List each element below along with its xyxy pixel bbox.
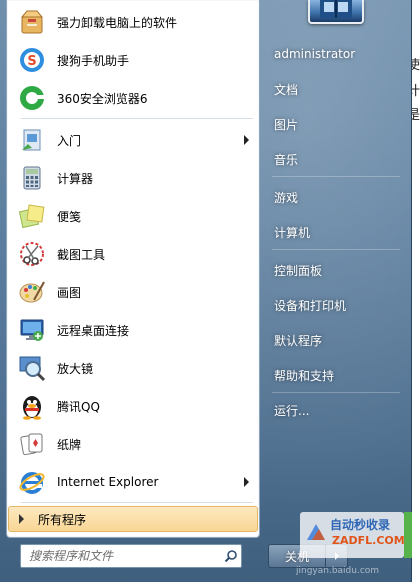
right-item-help-support[interactable]: 帮助和支持 [268, 362, 404, 388]
program-item-360-browser[interactable]: 360安全浏览器6 [11, 80, 257, 116]
submenu-arrow-icon [244, 135, 249, 145]
right-item-label: 图片 [274, 117, 299, 132]
triangle-right-icon [19, 514, 24, 524]
right-item-default-programs[interactable]: 默认程序 [268, 327, 404, 353]
watermark-domain: ZADFL.COM [332, 534, 405, 547]
solitaire-icon [17, 429, 47, 459]
right-item-control-panel[interactable]: 控制面板 [268, 257, 404, 283]
program-label: 远程桌面连接 [57, 323, 130, 338]
remote-desktop-icon [17, 315, 47, 345]
right-item-label: 游戏 [274, 190, 299, 205]
magnifier-icon [17, 353, 47, 383]
program-label: 画图 [57, 285, 82, 300]
right-item-music[interactable]: 音乐 [268, 146, 404, 172]
program-item-magnifier[interactable]: 放大镜 [11, 350, 257, 386]
search-icon[interactable] [221, 546, 241, 566]
right-item-run[interactable]: 运行... [268, 397, 404, 423]
user-name-link[interactable]: administrator [268, 41, 404, 67]
program-item-qq[interactable]: 腾讯QQ [11, 388, 257, 424]
program-item-snipping-tool[interactable]: 截图工具 [11, 236, 257, 272]
submenu-arrow-icon [244, 477, 249, 487]
program-item-getting-started[interactable]: 入门 [11, 122, 257, 158]
program-label: 便笺 [57, 209, 82, 224]
right-item-games[interactable]: 游戏 [268, 184, 404, 210]
uninstall-box-icon [17, 7, 47, 37]
qq-penguin-icon [17, 391, 47, 421]
search-input[interactable] [29, 546, 221, 566]
right-item-label: 文档 [274, 82, 299, 97]
360-browser-icon [17, 83, 47, 113]
program-label: 腾讯QQ [57, 399, 100, 414]
right-separator [272, 249, 400, 250]
user-picture[interactable] [308, 0, 364, 24]
program-item-remote-desktop[interactable]: 远程桌面连接 [11, 312, 257, 348]
right-item-label: 计算机 [274, 225, 311, 240]
program-label: 纸牌 [57, 437, 82, 452]
user-picture-icon [320, 0, 352, 18]
right-item-label: 控制面板 [274, 263, 323, 278]
right-item-pictures[interactable]: 图片 [268, 111, 404, 137]
right-item-label: 音乐 [274, 152, 299, 167]
program-label: 计算器 [57, 171, 94, 186]
program-item-sogou[interactable]: S 搜狗手机助手 [11, 42, 257, 78]
right-item-computer[interactable]: 计算机 [268, 219, 404, 245]
program-item-sticky-notes[interactable]: 便笺 [11, 198, 257, 234]
site-watermark: 自动秒收录 ZADFL.COM [300, 512, 412, 558]
calculator-icon [17, 163, 47, 193]
program-label: 放大镜 [57, 361, 94, 376]
programs-panel: 强力卸载电脑上的软件 S 搜狗手机助手 360安全浏览器6 入门 计算器 便笺 … [6, 0, 260, 538]
svg-text:S: S [27, 54, 36, 69]
internet-explorer-icon [17, 467, 47, 497]
program-label: 搜狗手机助手 [57, 53, 130, 68]
programs-separator [21, 502, 253, 503]
paint-icon [17, 277, 47, 307]
program-item-internet-explorer[interactable]: Internet Explorer [11, 464, 257, 500]
program-label: 入门 [57, 133, 82, 148]
image-credit: jingyan.baidu.com [296, 566, 380, 576]
program-label: 截图工具 [57, 247, 106, 262]
right-item-label: 默认程序 [274, 333, 323, 348]
program-item-paint[interactable]: 画图 [11, 274, 257, 310]
right-separator [272, 392, 400, 393]
program-item-solitaire[interactable]: 纸牌 [11, 426, 257, 462]
watermark-green-bar [404, 512, 412, 558]
watermark-title: 自动秒收录 [330, 518, 391, 532]
right-item-label: 设备和打印机 [274, 298, 347, 313]
user-name: administrator [274, 47, 356, 61]
search-box[interactable] [20, 544, 242, 568]
start-menu: 强力卸载电脑上的软件 S 搜狗手机助手 360安全浏览器6 入门 计算器 便笺 … [0, 0, 412, 582]
program-item-uninstall[interactable]: 强力卸载电脑上的软件 [11, 4, 257, 40]
right-item-label: 帮助和支持 [274, 368, 335, 383]
getting-started-icon [17, 125, 47, 155]
watermark-logo-icon [307, 524, 325, 540]
right-item-devices-printers[interactable]: 设备和打印机 [268, 292, 404, 318]
right-separator [272, 176, 400, 177]
program-label: Internet Explorer [57, 475, 159, 489]
program-label: 360安全浏览器6 [57, 91, 148, 106]
program-label: 强力卸载电脑上的软件 [57, 15, 178, 30]
sticky-notes-icon [17, 201, 47, 231]
right-item-documents[interactable]: 文档 [268, 76, 404, 102]
all-programs-label: 所有程序 [38, 512, 87, 527]
program-item-calculator[interactable]: 计算器 [11, 160, 257, 196]
programs-separator [21, 118, 253, 119]
all-programs-button[interactable]: 所有程序 [8, 506, 258, 532]
right-item-label: 运行... [274, 403, 310, 418]
sogou-icon: S [17, 45, 47, 75]
snipping-tool-icon [17, 239, 47, 269]
